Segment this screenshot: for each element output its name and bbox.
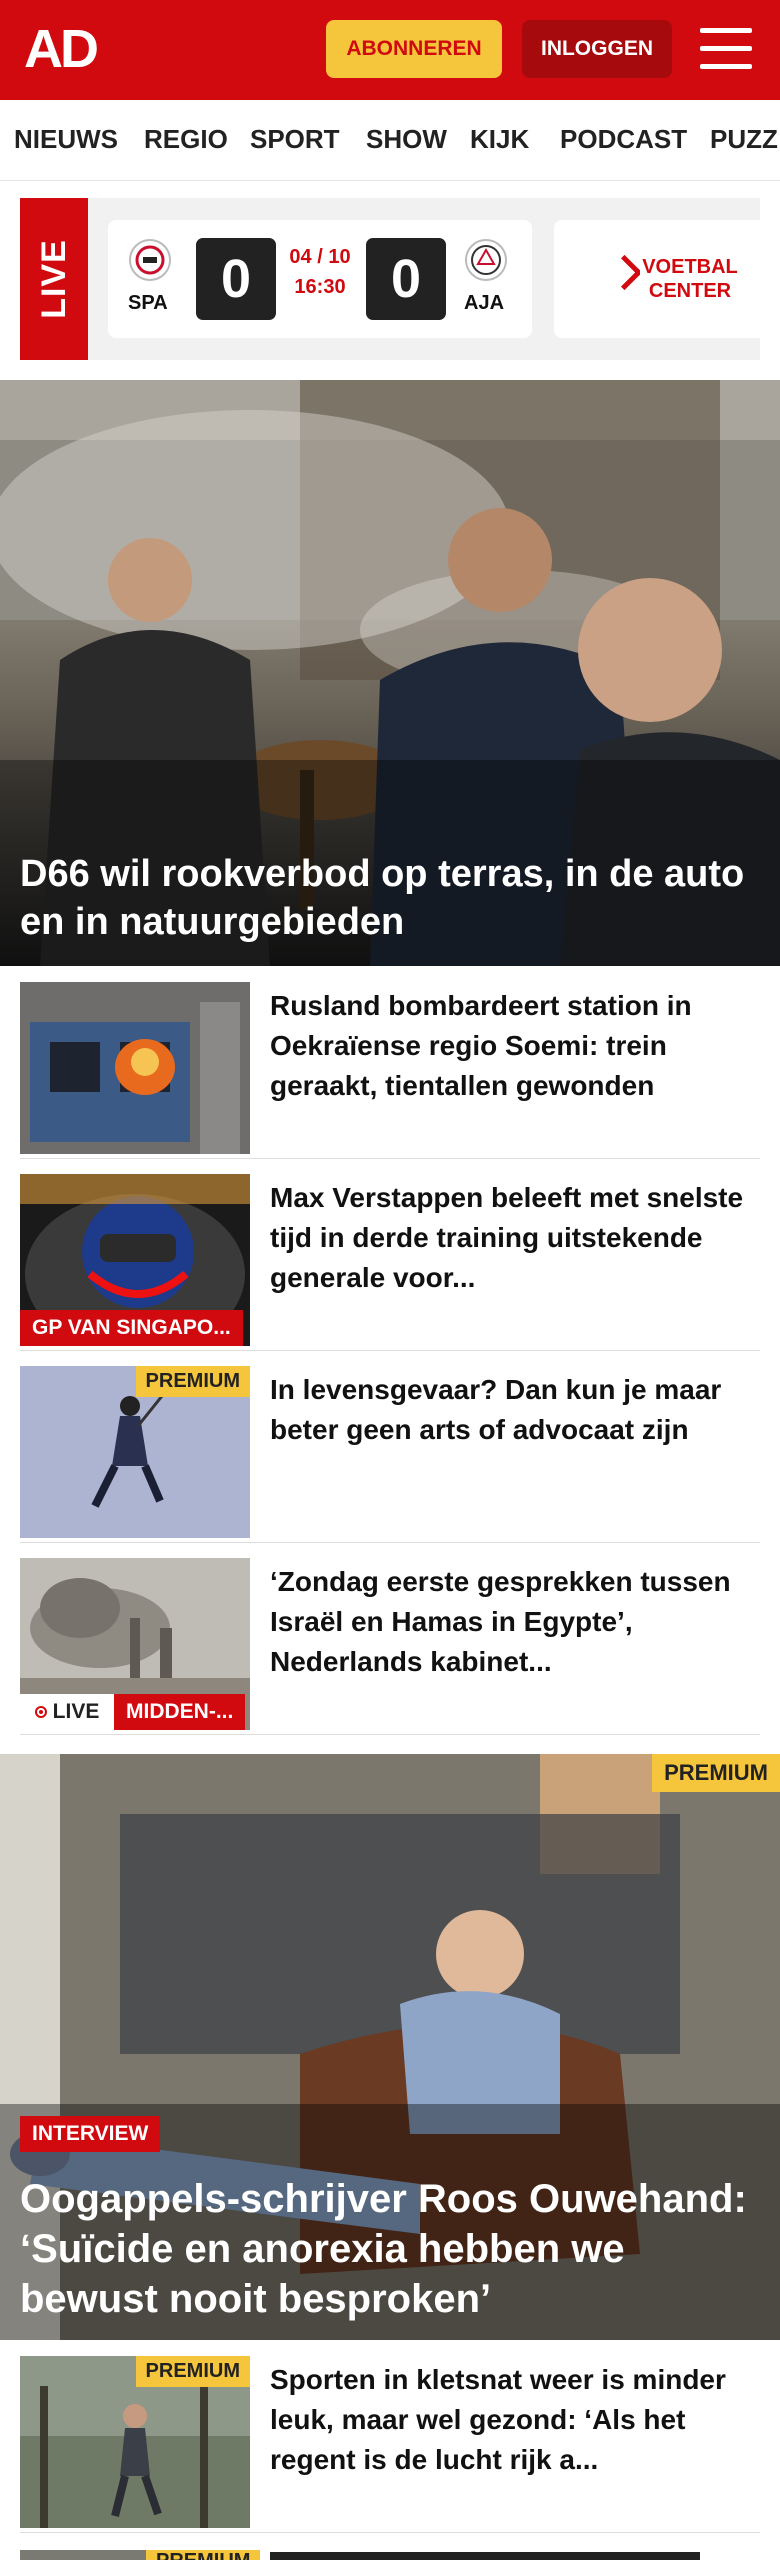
article-title[interactable]: Max Verstappen beleeft met snelste tijd … (270, 1178, 760, 1298)
match-card[interactable]: SPA 0 04 / 10 16:30 0 AJA (108, 220, 532, 338)
nav-item-puzzel[interactable]: PUZZ (710, 124, 778, 155)
nav-item-nieuws[interactable]: NIEUWS (14, 124, 118, 155)
category-label: MIDDEN-... (114, 1694, 246, 1730)
sparta-logo-icon (129, 239, 171, 281)
article-thumbnail (20, 982, 250, 1154)
premium-badge: PREMIUM (146, 2550, 261, 2560)
hero-title[interactable]: D66 wil rookverbod op terras, in de auto… (20, 850, 760, 946)
article-thumbnail: LIVE MIDDEN-... (20, 1558, 250, 1730)
feature-article[interactable]: PREMIUM INTERVIEW Oogappels-schrijver Ro… (0, 1754, 780, 2340)
live-dot-icon (34, 1706, 47, 1718)
hero-article[interactable]: D66 wil rookverbod op terras, in de auto… (0, 380, 780, 966)
premium-badge: PREMIUM (135, 2356, 250, 2387)
nav-item-kijk[interactable]: KIJK (470, 124, 529, 155)
premium-badge: PREMIUM (652, 1754, 780, 1792)
voetbal-center-link[interactable]: VOETBAL CENTER (640, 220, 740, 338)
article-row[interactable]: Rusland bombardeert station in Oekraïens… (20, 966, 760, 1159)
nav-item-regio[interactable]: REGIO (144, 124, 228, 155)
match-time: 16:30 (294, 276, 346, 298)
article-thumbnail: PREMIUM (20, 1366, 250, 1538)
article-thumbnail: PREMIUM (20, 2356, 250, 2528)
article-row[interactable]: PREMIUM Sporten in kletsnat weer is mind… (20, 2340, 760, 2533)
article-title[interactable]: Rusland bombardeert station in Oekraïens… (270, 986, 760, 1106)
live-tag: LIVE (20, 198, 88, 360)
ad-logo[interactable]: AD (24, 22, 124, 76)
match-date: 04 / 10 (289, 246, 351, 268)
article-thumbnail: GP VAN SINGAPO... (20, 1174, 250, 1346)
article-row-partial[interactable]: PREMIUM (20, 2548, 760, 2560)
live-indicator-label: LIVE (52, 1700, 100, 1723)
article-title[interactable]: Sporten in kletsnat weer is minder leuk,… (270, 2360, 760, 2480)
subscribe-button[interactable]: ABONNEREN (326, 20, 502, 78)
article-title[interactable]: ‘Zondag eerste gesprekken tussen Israël … (270, 1562, 760, 1682)
main-nav: NIEUWS REGIO SPORT SHOW KIJK PODCAST PUZ… (0, 100, 780, 181)
nav-item-sport[interactable]: SPORT (250, 124, 340, 155)
hamburger-menu-icon[interactable] (700, 26, 752, 72)
feature-title[interactable]: Oogappels-schrijver Roos Ouwehand: ‘Suïc… (20, 2174, 760, 2324)
premium-badge: PREMIUM (135, 1366, 250, 1397)
away-team-name: AJA (464, 292, 505, 314)
live-scores-bar: LIVE SPA 0 04 / 10 16:30 0 AJA VOETBAL C… (20, 198, 760, 360)
category-label: INTERVIEW (20, 2116, 161, 2152)
live-label: LIVE (34, 239, 73, 319)
article-row[interactable]: PREMIUM In levensgevaar? Dan kun je maar… (20, 1350, 760, 1543)
home-team-name: SPA (128, 292, 168, 314)
train-fire-photo (20, 982, 250, 1154)
ajax-logo-icon (465, 239, 507, 281)
article-title-partial[interactable] (270, 2552, 700, 2560)
login-button[interactable]: INLOGGEN (522, 20, 672, 78)
nav-item-show[interactable]: SHOW (366, 124, 447, 155)
article-row[interactable]: GP VAN SINGAPO... Max Verstappen beleeft… (20, 1158, 760, 1351)
article-row[interactable]: LIVE MIDDEN-... ‘Zondag eerste gesprekke… (20, 1542, 760, 1735)
category-label: GP VAN SINGAPO... (20, 1310, 243, 1346)
home-score: 0 (196, 238, 276, 320)
nav-item-podcast[interactable]: PODCAST (560, 124, 687, 155)
away-score: 0 (366, 238, 446, 320)
article-title[interactable]: In levensgevaar? Dan kun je maar beter g… (270, 1370, 760, 1450)
live-indicator: LIVE (20, 1694, 114, 1730)
top-bar: AD ABONNEREN INLOGGEN (0, 0, 780, 100)
